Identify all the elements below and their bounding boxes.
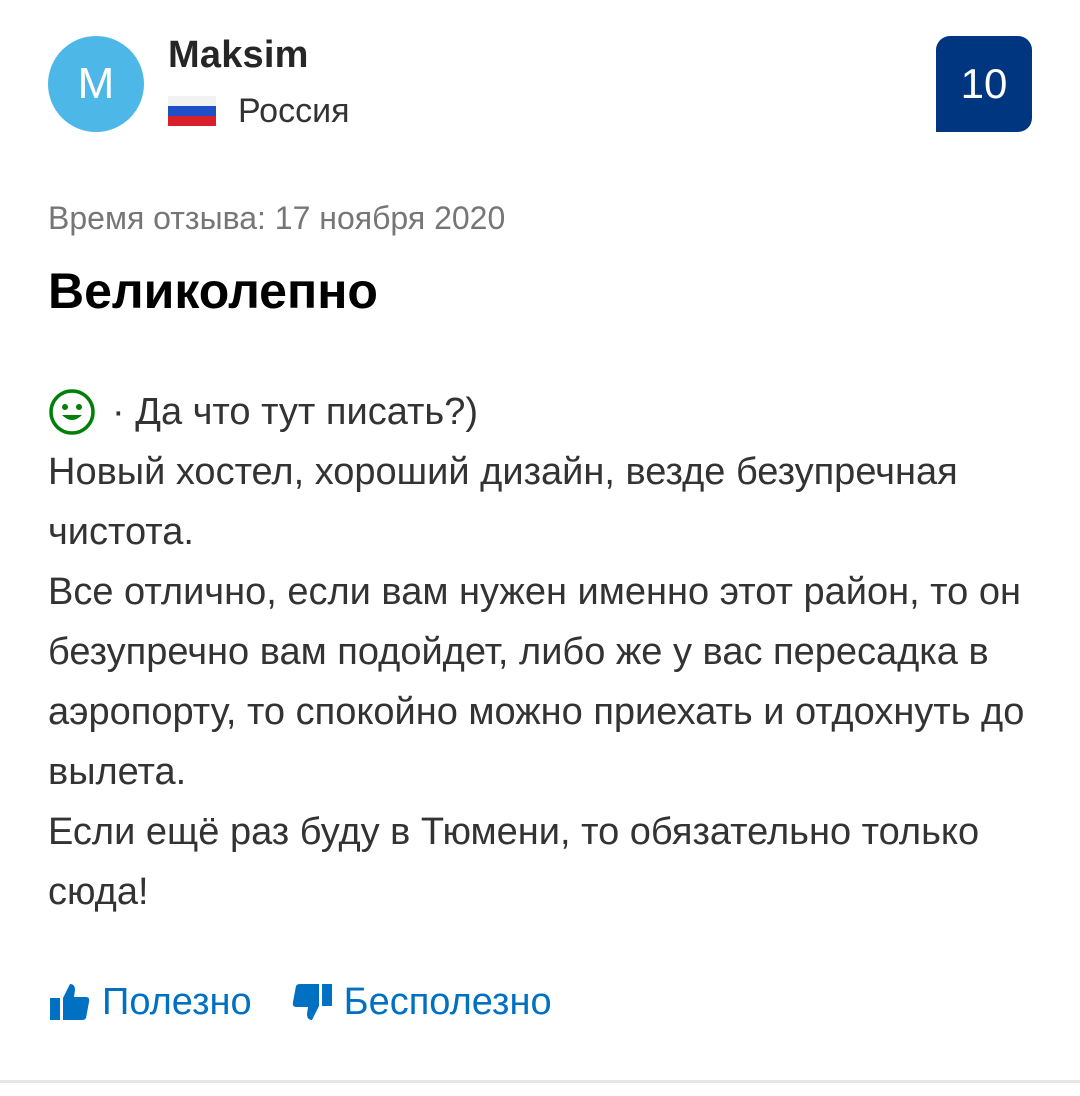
positive-comment: · Да что тут писать?) [48, 382, 478, 442]
positive-comment-text: · Да что тут писать?) [112, 390, 478, 433]
avatar: M [48, 36, 144, 132]
avatar-letter: M [77, 59, 115, 108]
smile-icon [49, 389, 95, 435]
score-badge: 10 [936, 36, 1032, 132]
review-date: Время отзыва: 17 ноября 2020 [48, 200, 506, 236]
score-value: 10 [960, 60, 1008, 107]
helpful-button[interactable]: Полезно [48, 980, 252, 1024]
review-paragraph: Если ещё раз буду в Тюмени, то обязатель… [48, 811, 980, 913]
reviewer-name: Maksim [168, 34, 309, 76]
review-paragraph: Все отлично, если вам нужен именно этот … [48, 571, 1025, 793]
review-paragraph: Новый хостел, хороший дизайн, везде безу… [48, 451, 958, 553]
russia-flag-icon [168, 96, 216, 126]
divider [0, 1080, 1080, 1083]
review-title: Великолепно [48, 263, 378, 319]
reviewer-country: Россия [238, 92, 350, 130]
thumbs-down-icon [292, 984, 332, 1020]
thumbs-up-icon [50, 984, 90, 1020]
review-body: Новый хостел, хороший дизайн, везде безу… [48, 442, 1038, 922]
vote-actions: Полезно Бесполезно [48, 974, 590, 1030]
not-helpful-button[interactable]: Бесполезно [290, 980, 552, 1024]
not-helpful-label: Бесполезно [343, 980, 552, 1023]
helpful-label: Полезно [102, 980, 252, 1023]
